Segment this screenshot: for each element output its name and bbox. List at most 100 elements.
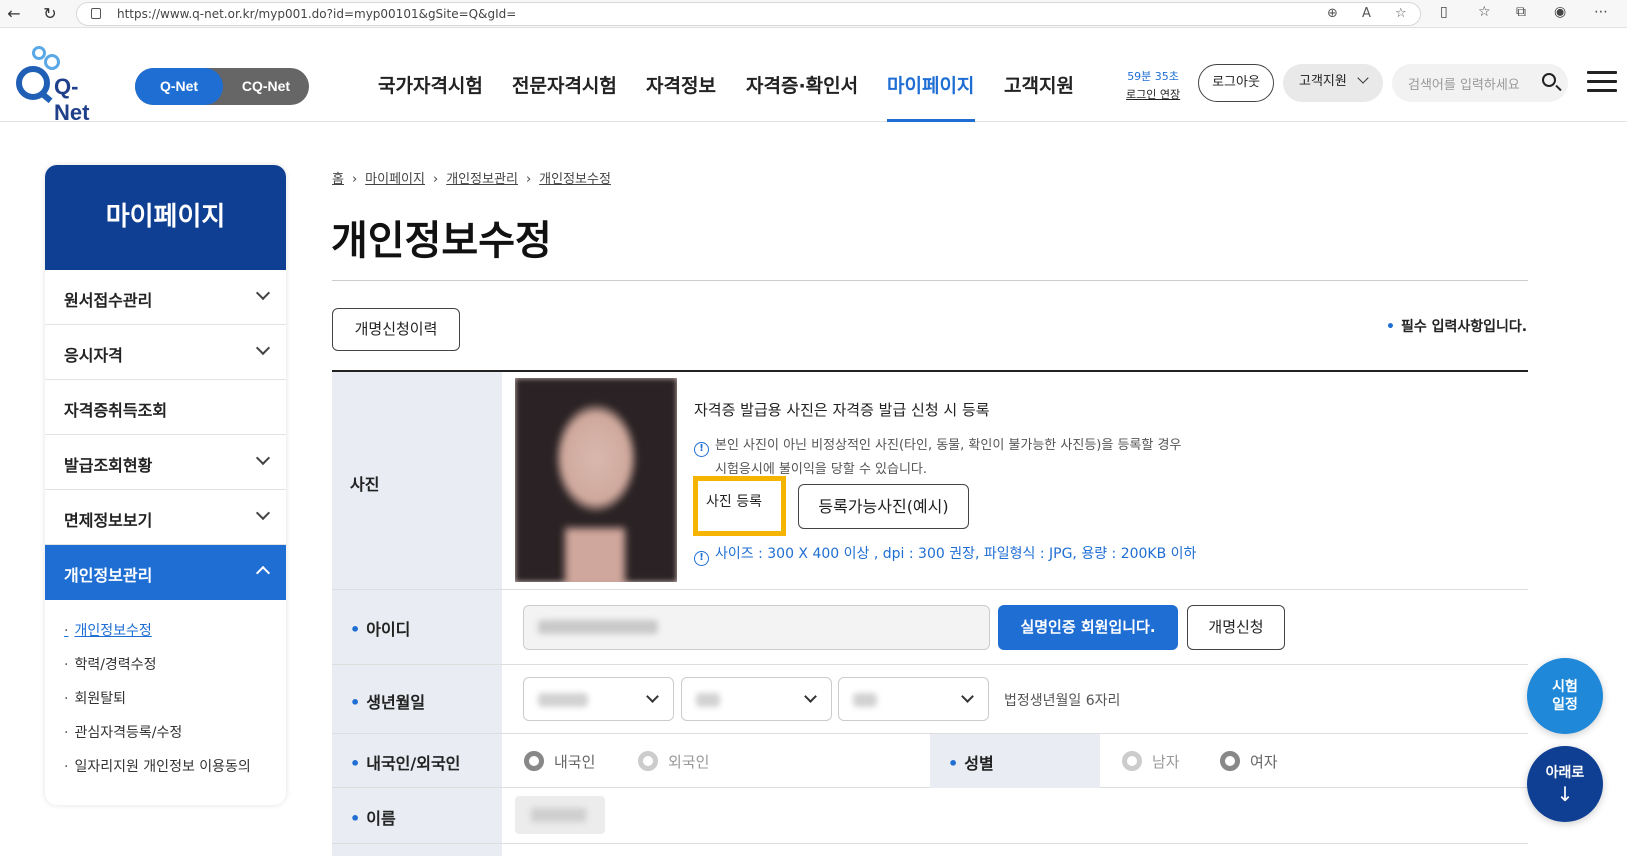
browser-toolbar: ← ↻ https://www.q-net.or.kr/myp001.do?id…	[0, 0, 1627, 28]
support-label: 고객지원	[1299, 74, 1347, 89]
name-row: • 이름	[332, 788, 1528, 844]
sidebar-item-certificate-lookup[interactable]: 자격증취득조회	[45, 380, 286, 435]
photo-spec-text: 사이즈 : 300 X 400 이상 , dpi : 300 권장, 파일형식 …	[715, 546, 1197, 562]
photo-description: 자격증 발급용 사진은 자격증 발급 신청 시 등록	[694, 401, 990, 419]
breadcrumb-mypage[interactable]: 마이페이지	[365, 172, 425, 187]
logout-button[interactable]: 로그아웃	[1198, 64, 1274, 102]
required-bullet-icon: •	[350, 693, 361, 712]
split-screen-icon[interactable]: ▯	[1440, 4, 1448, 20]
scroll-down-button[interactable]: 아래로 ↓	[1527, 746, 1603, 822]
divider	[332, 280, 1528, 281]
sidebar-item-personal-info[interactable]: 개인정보관리	[45, 545, 286, 600]
required-bullet-icon: •	[350, 620, 361, 639]
photo-image-lower	[565, 528, 625, 582]
radio-male-label[interactable]: 남자	[1152, 751, 1180, 772]
breadcrumb-personal-info[interactable]: 개인정보관리	[446, 172, 518, 187]
search-input[interactable]: 검색어를 입력하세요	[1408, 74, 1520, 93]
sidebar-item-application[interactable]: 원서접수관리	[45, 270, 286, 325]
photo-warning-line2: 시험응시에 불이익을 당할 수 있습니다.	[715, 462, 928, 477]
radio-foreign[interactable]	[638, 751, 658, 771]
address-bar[interactable]: https://www.q-net.or.kr/myp001.do?id=myp…	[76, 2, 1421, 26]
toggle-qnet[interactable]: Q-Net	[135, 68, 223, 105]
lock-icon	[91, 8, 101, 19]
photo-example-button[interactable]: 등록가능사진(예시)	[798, 484, 969, 529]
search-box[interactable]: 검색어를 입력하세요	[1392, 64, 1568, 102]
sidebar-item-label: 응시자격	[64, 346, 123, 365]
birth-day-select[interactable]	[838, 677, 989, 721]
site-toggle[interactable]: Q-Net CQ-Net	[135, 68, 309, 105]
sidebar-item-label: 면제정보보기	[64, 511, 153, 530]
radio-female-label[interactable]: 여자	[1250, 751, 1278, 772]
gnb-national-exam[interactable]: 국가자격시험	[378, 71, 483, 98]
gnb-professional-exam[interactable]: 전문자격시험	[512, 71, 617, 98]
photo-register-highlight: 사진 등록	[693, 476, 786, 536]
page-title: 개인정보수정	[331, 218, 552, 264]
photo-label: 사진	[350, 475, 380, 494]
favorites-icon[interactable]: ☆	[1478, 4, 1491, 20]
site-header: Q-Net Q-Net CQ-Net 국가자격시험 전문자격시험 자격정보 자격…	[0, 28, 1627, 125]
sidebar-subitem-edit-info[interactable]: 개인정보수정	[64, 620, 151, 640]
extension-icon[interactable]: ◉	[1554, 4, 1566, 20]
required-bullet-icon: •	[350, 754, 361, 773]
favorite-star-icon[interactable]: ☆	[1395, 6, 1407, 21]
photo-warning-line1: 본인 사진이 아닌 비정상적인 사진(타인, 동물, 확인이 불가능한 사진등)…	[715, 438, 1182, 453]
radio-domestic[interactable]	[524, 751, 544, 771]
radio-foreign-label[interactable]: 외국인	[668, 751, 709, 772]
photo-header: 사진	[332, 372, 502, 589]
sidebar-item-label: 자격증취득조회	[64, 401, 168, 420]
verified-member-button[interactable]: 실명인증 회원입니다.	[998, 605, 1178, 650]
radio-domestic-label[interactable]: 내국인	[554, 751, 595, 772]
zoom-icon[interactable]: ⊕	[1327, 6, 1338, 21]
more-icon[interactable]: ⋯	[1594, 4, 1608, 20]
required-note: • 필수 입력사항입니다.	[1386, 316, 1527, 336]
required-note-text: 필수 입력사항입니다.	[1400, 319, 1528, 335]
birth-hint: 법정생년월일 6자리	[1004, 693, 1121, 709]
required-bullet-icon: •	[350, 809, 361, 828]
sidebar-item-eligibility[interactable]: 응시자격	[45, 325, 286, 380]
sidebar-subitem-job-consent[interactable]: 일자리지원 개인정보 이용동의	[64, 756, 250, 776]
rename-request-button[interactable]: 개명신청	[1187, 605, 1285, 650]
search-icon[interactable]	[1542, 73, 1556, 87]
collections-icon[interactable]: ⧉	[1516, 4, 1526, 20]
rename-history-button[interactable]: 개명신청이력	[332, 308, 460, 351]
arrow-down-icon: ↓	[1556, 782, 1574, 806]
back-icon[interactable]: ←	[4, 4, 24, 24]
gnb-mypage[interactable]: 마이페이지	[887, 71, 974, 98]
breadcrumb-current[interactable]: 개인정보수정	[539, 172, 611, 187]
id-input	[523, 605, 990, 650]
chevron-down-icon	[255, 450, 271, 466]
qnet-logo[interactable]: Q-Net	[16, 46, 106, 125]
name-value	[515, 796, 605, 834]
birth-month-select[interactable]	[681, 677, 832, 721]
login-extend-link[interactable]: 로그인 연장	[1126, 86, 1180, 104]
support-dropdown[interactable]: 고객지원	[1283, 64, 1383, 102]
sidebar-subitem-interest[interactable]: 관심자격등록/수정	[64, 722, 182, 742]
gnb-active-indicator	[887, 119, 975, 122]
chevron-down-icon	[1357, 72, 1369, 84]
gnb-certificate[interactable]: 자격증·확인서	[746, 71, 858, 98]
sidebar-item-issuance-status[interactable]: 발급조회현황	[45, 435, 286, 490]
read-aloud-icon[interactable]: A	[1362, 6, 1371, 21]
menu-icon[interactable]	[1587, 71, 1617, 93]
sidebar-item-exemption[interactable]: 면제정보보기	[45, 490, 286, 545]
gender-header: • 성별	[930, 734, 1100, 788]
sidebar-subitem-education[interactable]: 학력/경력수정	[64, 654, 156, 674]
photo-register-button[interactable]: 사진 등록	[706, 491, 762, 511]
radio-male[interactable]	[1122, 751, 1142, 771]
radio-female[interactable]	[1220, 751, 1240, 771]
gnb-customer-support[interactable]: 고객지원	[1004, 71, 1074, 98]
toggle-cqnet[interactable]: CQ-Net	[223, 68, 309, 105]
reload-icon[interactable]: ↻	[40, 4, 60, 24]
exam-schedule-button[interactable]: 시험 일정	[1527, 658, 1603, 734]
bullet-icon: •	[1386, 319, 1395, 335]
gnb-qualification-info[interactable]: 자격정보	[646, 71, 716, 98]
logo-ring-icon	[44, 54, 60, 70]
nationality-header: • 내국인/외국인	[332, 734, 502, 787]
sidebar-item-label: 원서접수관리	[64, 291, 153, 310]
breadcrumb-home[interactable]: 홈	[332, 172, 344, 187]
name-label: 이름	[366, 809, 396, 828]
birth-year-select[interactable]	[523, 677, 674, 721]
sidebar-subitem-withdraw[interactable]: 회원탈퇴	[64, 688, 126, 708]
next-row-header	[332, 844, 502, 856]
url-text[interactable]: https://www.q-net.or.kr/myp001.do?id=myp…	[117, 7, 516, 21]
